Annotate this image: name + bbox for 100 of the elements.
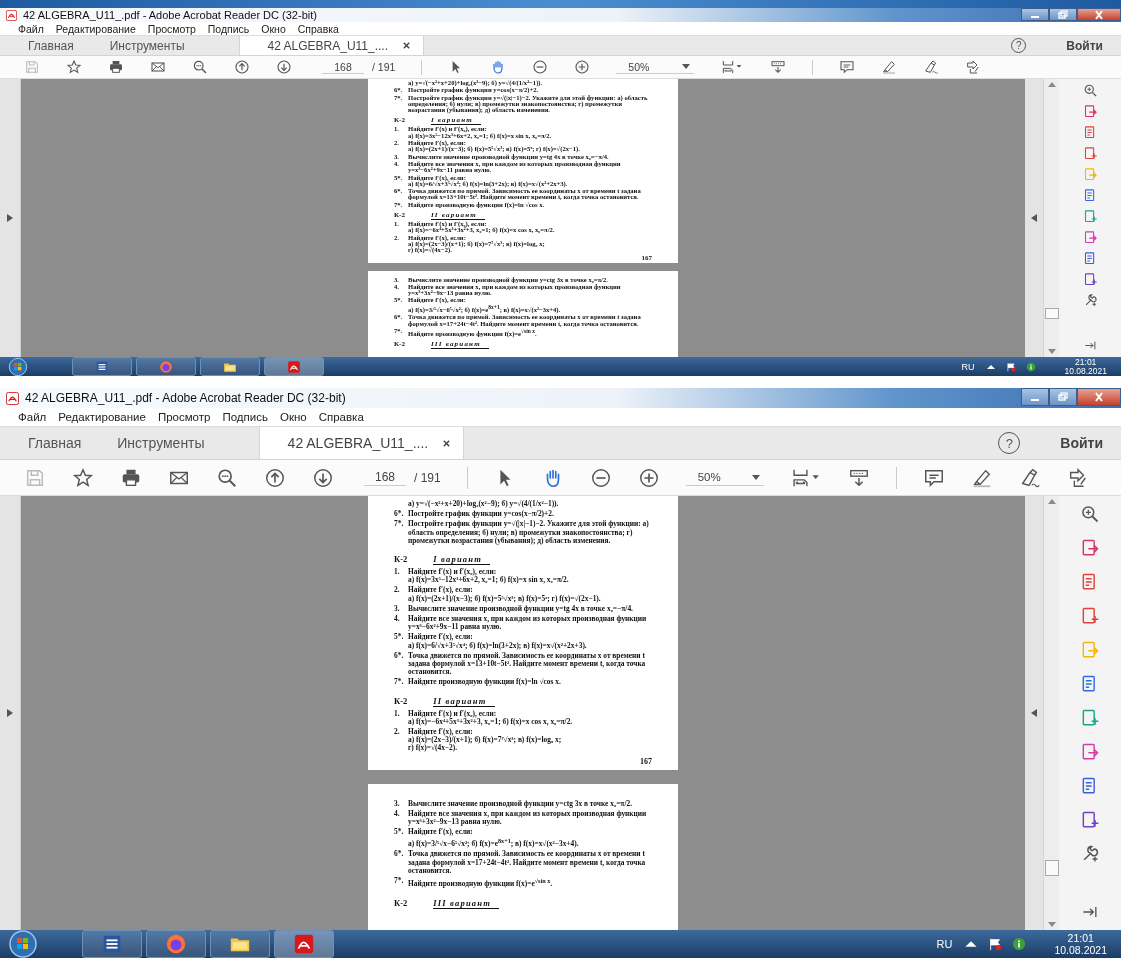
- tab[interactable]: Инструменты: [99, 427, 223, 459]
- minimize-button[interactable]: [1021, 8, 1049, 21]
- word-taskbar-button[interactable]: [72, 357, 132, 376]
- tab[interactable]: Инструменты: [91, 36, 203, 55]
- caret-icon: [682, 64, 691, 69]
- start-button[interactable]: [8, 356, 28, 377]
- close-icon[interactable]: [402, 41, 412, 50]
- scroll-up-icon[interactable]: [1047, 499, 1056, 504]
- scroll-down-icon[interactable]: [1047, 922, 1056, 927]
- zoom-dropdown[interactable]: 50%: [685, 469, 764, 486]
- info-icon[interactable]: [1026, 361, 1037, 372]
- expand-arrow-icon[interactable]: [7, 214, 13, 222]
- menu-item[interactable]: Справка: [297, 22, 339, 35]
- zoom-in-icon[interactable]: [574, 59, 591, 75]
- collapse-arrow-icon[interactable]: [1031, 709, 1037, 717]
- minimize-button[interactable]: [1021, 388, 1049, 406]
- language-indicator[interactable]: RU: [961, 361, 975, 372]
- zoom-in-icon[interactable]: [1082, 83, 1098, 98]
- acrobat-taskbar-button[interactable]: [274, 930, 334, 958]
- info-icon[interactable]: [1012, 937, 1027, 951]
- sign-in-button[interactable]: Войти: [1056, 36, 1121, 55]
- close-icon[interactable]: [442, 438, 452, 448]
- menu-item[interactable]: Окно: [279, 411, 307, 423]
- star-icon[interactable]: [66, 59, 82, 75]
- acrobat-icon: [6, 391, 19, 405]
- clock-date: 10.08.2021: [1054, 944, 1107, 956]
- word-taskbar-button[interactable]: [82, 930, 142, 958]
- scroll-up-icon[interactable]: [1047, 82, 1056, 87]
- document-tab[interactable]: 42 ALGEBRA_U11_....: [238, 36, 425, 55]
- document-arrow-icon[interactable]: [1080, 538, 1100, 558]
- mail-icon[interactable]: [150, 59, 166, 75]
- vertical-scrollbar[interactable]: [1043, 496, 1059, 930]
- collapse-arrow-icon[interactable]: [1031, 214, 1037, 222]
- close-button[interactable]: [1077, 8, 1121, 21]
- menu-item[interactable]: Подпись: [207, 22, 250, 35]
- next-page-icon[interactable]: [312, 466, 334, 489]
- scroll-thumb[interactable]: [1044, 860, 1059, 876]
- page-number-field[interactable]: 168: [322, 60, 364, 74]
- page-number-field[interactable]: 168: [364, 469, 406, 486]
- variant-heading: I вариант: [433, 554, 491, 565]
- variant-heading: II вариант: [433, 695, 495, 707]
- menu-item[interactable]: Просмотр: [157, 411, 211, 423]
- browser-icon: [159, 359, 173, 374]
- menu-item[interactable]: Просмотр: [147, 22, 196, 35]
- scroll-thumb[interactable]: [1044, 308, 1059, 319]
- previous-page-icon[interactable]: [264, 466, 286, 489]
- menu-item[interactable]: Окно: [261, 22, 286, 35]
- next-page-icon[interactable]: [276, 59, 292, 75]
- acrobat-icon: [287, 359, 301, 374]
- previous-page-icon[interactable]: [234, 59, 250, 75]
- expand-arrow-icon[interactable]: [7, 709, 13, 717]
- start-button[interactable]: [8, 929, 38, 958]
- menu-item[interactable]: Подпись: [222, 411, 268, 423]
- tab[interactable]: Главная: [10, 427, 100, 459]
- zoom-dropdown[interactable]: 50%: [616, 60, 695, 74]
- menu-item[interactable]: Редактирование: [55, 22, 136, 35]
- vertical-scrollbar[interactable]: [1043, 79, 1059, 357]
- document-arrow-icon[interactable]: [1082, 104, 1098, 119]
- scroll-down-icon[interactable]: [1047, 349, 1056, 354]
- sign-in-button[interactable]: Войти: [1050, 427, 1121, 459]
- document-plus-icon[interactable]: [1082, 146, 1098, 161]
- minimize-icon: [1031, 398, 1039, 401]
- comment-icon[interactable]: [839, 59, 856, 75]
- search-icon[interactable]: [192, 59, 208, 75]
- variant-heading: III вариант: [433, 897, 500, 909]
- menu-item[interactable]: Файл: [18, 22, 44, 35]
- minimize-icon: [1031, 16, 1039, 18]
- print-icon[interactable]: [108, 59, 124, 75]
- clock-time: 21:01: [1067, 932, 1094, 944]
- close-icon: [1093, 392, 1105, 402]
- document-edit-icon[interactable]: [965, 59, 982, 75]
- word-icon: [101, 933, 123, 955]
- browser-taskbar-button[interactable]: [146, 930, 206, 958]
- pen-sign-icon[interactable]: [923, 59, 940, 75]
- window-title: 42 ALGEBRA_U11_.pdf - Adobe Acrobat Reader DC (32-bit): [25, 391, 346, 405]
- zoom-in-icon[interactable]: [1080, 504, 1100, 524]
- menu-item[interactable]: Файл: [18, 411, 47, 423]
- search-icon[interactable]: [216, 466, 238, 489]
- restore-button[interactable]: [1049, 8, 1077, 21]
- restore-button[interactable]: [1049, 388, 1077, 406]
- flag-icon[interactable]: [1006, 361, 1017, 372]
- zoom-in-icon[interactable]: [637, 466, 660, 489]
- folder-taskbar-button[interactable]: [210, 930, 270, 958]
- menu-item[interactable]: Справка: [318, 411, 364, 423]
- close-icon: [1093, 9, 1105, 20]
- section-code: К-2: [394, 897, 408, 909]
- tab[interactable]: Главная: [10, 36, 92, 55]
- language-indicator[interactable]: RU: [936, 938, 953, 950]
- document-tab[interactable]: 42 ALGEBRA_U11_....: [258, 427, 465, 459]
- document-plus-icon[interactable]: [1080, 606, 1100, 626]
- close-button[interactable]: [1077, 388, 1121, 406]
- page-total: / 191: [414, 470, 441, 485]
- zoom-out-icon[interactable]: [532, 59, 549, 75]
- flag-icon[interactable]: [988, 937, 1003, 951]
- zoom-out-icon[interactable]: [589, 466, 612, 489]
- star-icon[interactable]: [72, 466, 94, 489]
- menu-item[interactable]: Редактирование: [58, 411, 146, 423]
- folder-taskbar-button[interactable]: [200, 357, 260, 376]
- browser-taskbar-button[interactable]: [136, 357, 196, 376]
- scroll-mode-icon[interactable]: [770, 59, 787, 75]
